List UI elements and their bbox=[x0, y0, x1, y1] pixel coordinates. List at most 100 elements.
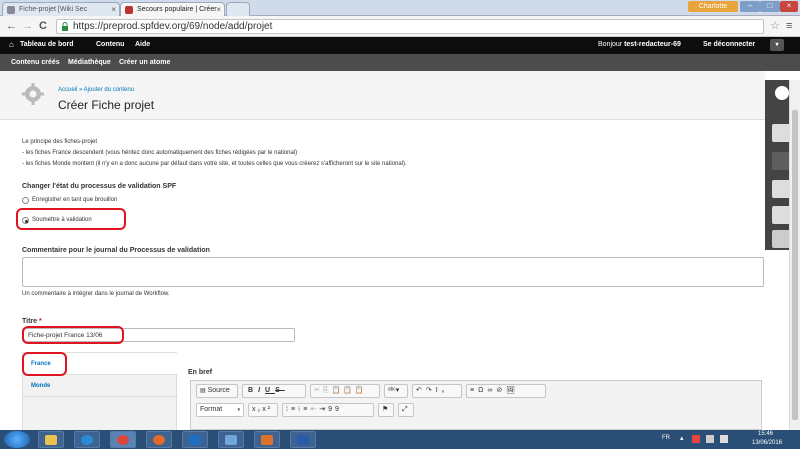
radio-draft[interactable] bbox=[22, 197, 29, 204]
indent-icon[interactable]: ⇥ bbox=[319, 406, 328, 413]
forward-arrow-icon[interactable]: → bbox=[22, 19, 33, 33]
maximize-editor-icon[interactable]: ⤢ bbox=[398, 403, 414, 417]
numbered-list-icon[interactable]: ⁞≡ bbox=[286, 406, 298, 413]
breadcrumb[interactable]: Accueil » Ajouter du contenu bbox=[58, 87, 134, 93]
volume-icon[interactable] bbox=[720, 435, 728, 443]
history-group[interactable]: ↶↷Iₓ bbox=[412, 384, 462, 398]
superscript-icon[interactable]: x² bbox=[262, 406, 272, 413]
undo-icon[interactable]: ↶ bbox=[416, 387, 426, 394]
spellcheck-icon[interactable]: ᵃᵇᶜ▾ bbox=[384, 384, 408, 398]
special-char-icon[interactable]: Ω bbox=[478, 387, 487, 394]
intro-line: - les fiches Monde montent (il n'y en a … bbox=[22, 161, 407, 167]
en-bref-label: En bref bbox=[188, 369, 213, 376]
cut-icon[interactable]: ✂ bbox=[314, 387, 323, 394]
explorer-taskbar-icon[interactable] bbox=[38, 431, 64, 448]
maximize-icon[interactable]: □ bbox=[760, 1, 780, 12]
underline-icon[interactable]: U bbox=[265, 387, 275, 394]
shortcut-media-library[interactable]: Médiathèque bbox=[68, 59, 111, 66]
browser-profile-chip[interactable]: Charlotte bbox=[688, 1, 738, 12]
basic-styles-group[interactable]: BIUS bbox=[242, 384, 306, 398]
paste-icon[interactable]: 📋 bbox=[331, 387, 343, 394]
chrome-menu-icon[interactable]: ≡ bbox=[786, 19, 792, 33]
strike-icon[interactable]: S bbox=[275, 387, 285, 394]
ie-taskbar-icon[interactable] bbox=[74, 431, 100, 448]
bullet-list-icon[interactable]: ⁝≡ bbox=[298, 406, 310, 413]
anchor-icon[interactable]: ⚑ bbox=[378, 403, 394, 417]
outdent-icon[interactable]: ⇤ bbox=[310, 406, 319, 413]
vtab-monde[interactable]: Monde bbox=[23, 375, 178, 397]
new-tab-button[interactable] bbox=[226, 2, 250, 16]
close-tab-icon[interactable]: × bbox=[111, 3, 116, 16]
reload-icon[interactable]: C bbox=[39, 19, 47, 33]
toolbar-link-dashboard[interactable]: Tableau de bord bbox=[20, 41, 74, 48]
browser-tab-wiki[interactable]: Fiche-projet [Wiki Sec × bbox=[2, 2, 120, 16]
close-window-icon[interactable]: × bbox=[780, 1, 798, 12]
insert-group[interactable]: ≡Ω∞⊘🖼 bbox=[466, 384, 546, 398]
scrollbar-thumb[interactable] bbox=[792, 110, 798, 420]
back-arrow-icon[interactable]: ← bbox=[6, 19, 17, 33]
clock-date[interactable]: 13/06/2016 bbox=[752, 440, 782, 446]
chevron-down-icon: ▾ bbox=[237, 407, 240, 413]
redo-icon[interactable]: ↷ bbox=[426, 387, 436, 394]
blockquote-icon[interactable]: 99 bbox=[328, 406, 342, 413]
close-tab-icon[interactable]: × bbox=[216, 3, 221, 16]
list-group[interactable]: ⁞≡⁝≡⇤⇥99 bbox=[282, 403, 374, 417]
logout-link[interactable]: Se déconnecter bbox=[703, 41, 755, 48]
italic-icon[interactable]: I bbox=[258, 387, 265, 394]
toggle-circle-icon[interactable] bbox=[775, 86, 789, 100]
url-input[interactable]: https://preprod.spfdev.org/69/node/add/p… bbox=[56, 19, 764, 34]
secure-lock-icon bbox=[62, 22, 68, 31]
minimize-icon[interactable]: – bbox=[740, 1, 760, 12]
app-taskbar-icon[interactable] bbox=[218, 431, 244, 448]
language-indicator[interactable]: FR bbox=[662, 435, 670, 441]
horizontal-rule-icon[interactable]: ≡ bbox=[470, 387, 478, 394]
shortcut-bar: Contenu créés Médiathèque Créer un atome bbox=[0, 54, 800, 71]
internet-explorer-icon bbox=[81, 435, 93, 445]
toolbar-link-content[interactable]: Contenu bbox=[96, 41, 124, 48]
source-label: Source bbox=[207, 387, 230, 394]
format-select-label: Format bbox=[200, 406, 223, 413]
link-icon[interactable]: ∞ bbox=[487, 387, 496, 394]
clipboard-group[interactable]: ✂⎘📋📋📋 bbox=[310, 384, 380, 398]
ckeditor: ▤ Source BIUS ✂⎘📋📋📋 ᵃᵇᶜ▾ ↶↷Iₓ ≡Ω∞⊘🖼 Form… bbox=[190, 380, 762, 430]
start-button[interactable] bbox=[4, 431, 30, 448]
word-taskbar-icon[interactable] bbox=[290, 431, 316, 448]
powerpoint-taskbar-icon[interactable] bbox=[254, 431, 280, 448]
browser-tab-active[interactable]: Secours populaire | Créer × bbox=[120, 2, 225, 16]
flag-icon[interactable] bbox=[692, 435, 700, 443]
home-icon[interactable]: ⌂ bbox=[9, 40, 14, 49]
paste-text-icon[interactable]: 📋 bbox=[343, 387, 355, 394]
format-select[interactable]: Format ▾ bbox=[196, 403, 244, 417]
browser-address-bar: ← → C https://preprod.spfdev.org/69/node… bbox=[0, 16, 800, 37]
network-icon[interactable] bbox=[706, 435, 714, 443]
tray-chevron-icon[interactable]: ▴ bbox=[680, 434, 684, 442]
username-link[interactable]: test-redacteur-69 bbox=[624, 41, 681, 48]
remove-format-icon[interactable]: Iₓ bbox=[436, 387, 448, 394]
screenshot-tool-icon bbox=[225, 435, 237, 445]
firefox-taskbar-icon[interactable] bbox=[146, 431, 172, 448]
workflow-state-label: Changer l'état du processus de validatio… bbox=[22, 183, 177, 190]
clock-time[interactable]: 15:46 bbox=[758, 431, 773, 437]
shortcut-create-atom[interactable]: Créer un atome bbox=[119, 59, 170, 66]
vtab-label: Monde bbox=[31, 383, 51, 389]
toolbar-link-help[interactable]: Aide bbox=[135, 41, 150, 48]
wiki-favicon-icon bbox=[7, 6, 15, 14]
script-group[interactable]: x₂x² bbox=[248, 403, 278, 417]
admin-toolbar: ⌂ Tableau de bord Contenu Aide Bonjour t… bbox=[0, 37, 800, 54]
shortcuts-toggle-icon[interactable]: ▾ bbox=[770, 39, 784, 51]
outlook-taskbar-icon[interactable] bbox=[182, 431, 208, 448]
chrome-taskbar-icon[interactable] bbox=[110, 431, 136, 448]
unlink-icon[interactable]: ⊘ bbox=[496, 387, 506, 394]
source-button[interactable]: ▤ Source bbox=[196, 384, 238, 398]
bold-icon[interactable]: B bbox=[248, 387, 258, 394]
comment-textarea[interactable] bbox=[22, 257, 764, 287]
subscript-icon[interactable]: x₂ bbox=[252, 406, 262, 413]
firefox-icon bbox=[153, 435, 165, 445]
shortcut-created-content[interactable]: Contenu créés bbox=[11, 59, 60, 66]
page-scrollbar[interactable] bbox=[789, 80, 800, 430]
image-icon[interactable]: 🖼 bbox=[506, 387, 519, 394]
comment-help-text: Un commentaire à intégrer dans le journa… bbox=[22, 291, 170, 297]
radio-draft-label[interactable]: Enregistrer en tant que brouillon bbox=[32, 197, 117, 203]
paste-word-icon[interactable]: 📋 bbox=[355, 387, 367, 394]
bookmark-star-icon[interactable]: ☆ bbox=[770, 19, 780, 33]
